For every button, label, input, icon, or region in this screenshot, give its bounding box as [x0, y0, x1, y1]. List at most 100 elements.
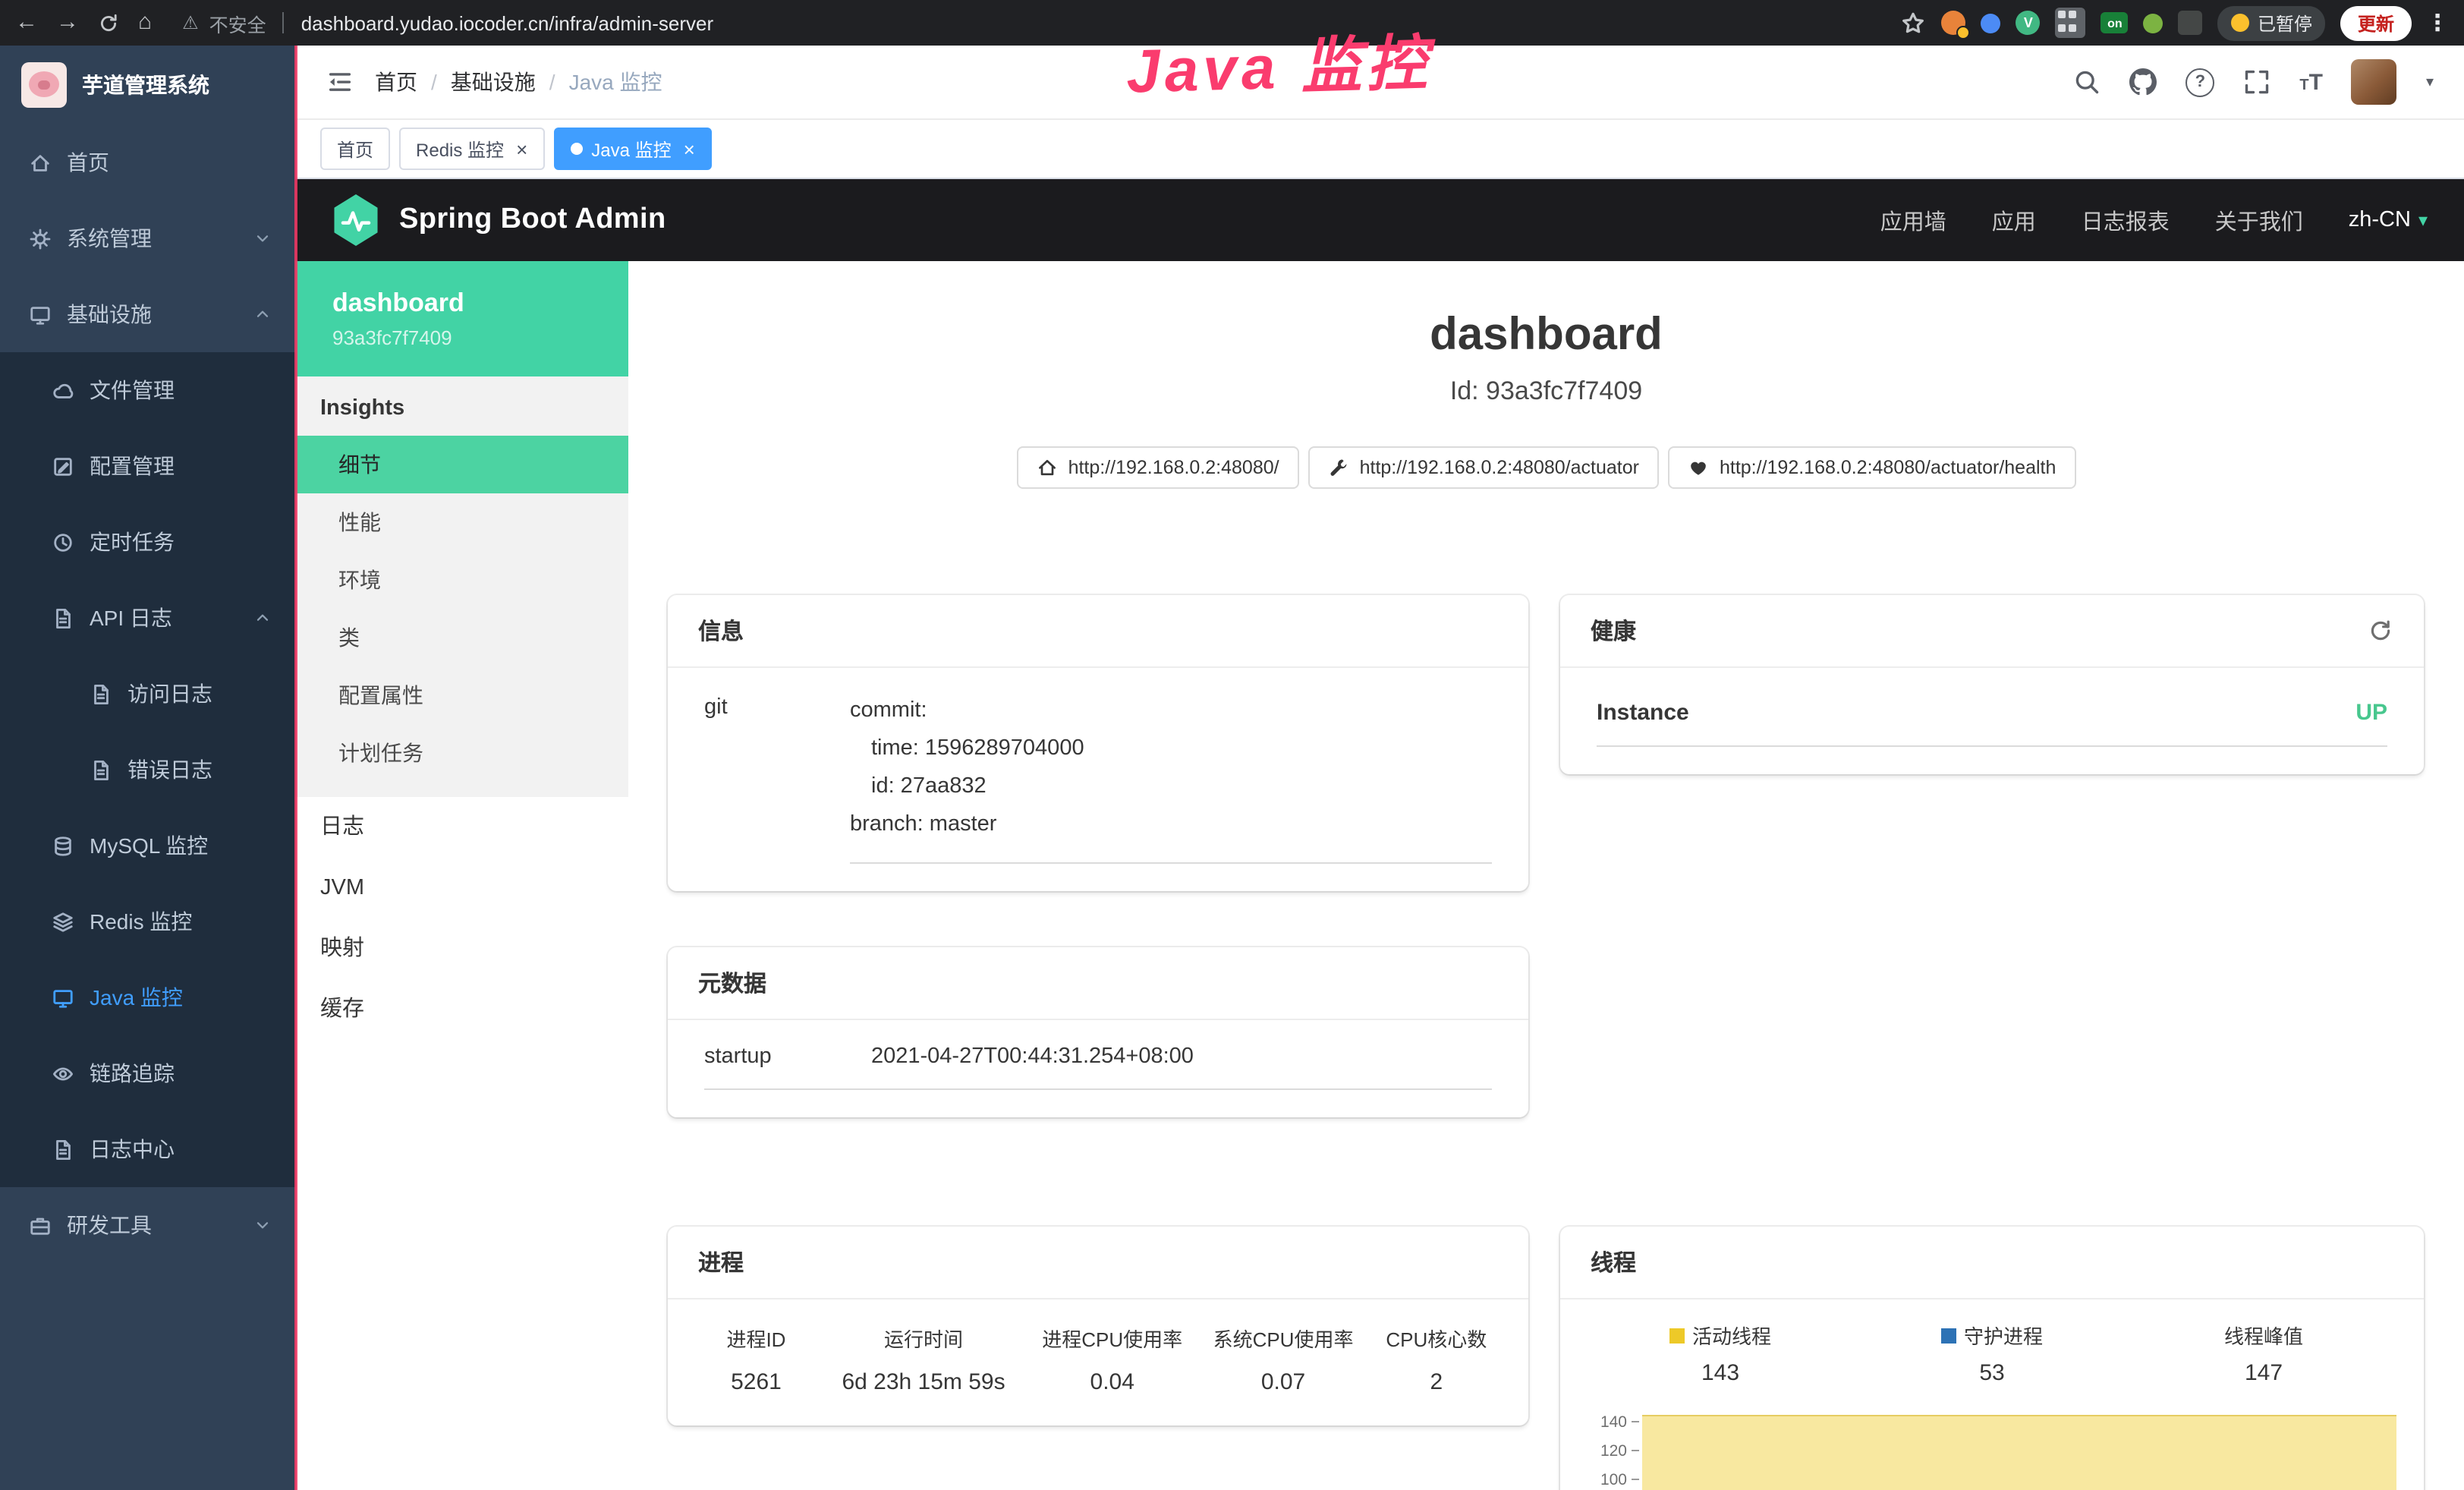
sidebar-item-infra[interactable]: 基础设施 [0, 276, 296, 352]
sidebar-item-file-management[interactable]: 文件管理 [0, 352, 296, 428]
process-col-header: 进程CPU使用率 [1027, 1324, 1197, 1353]
sba-insights-group: Insights 细节 性能 环境 类 配置属性 计划任务 [296, 376, 628, 797]
sba-instance-header[interactable]: dashboard 93a3fc7f7409 [296, 261, 628, 376]
tab-java-monitor[interactable]: Java 监控 × [553, 128, 712, 170]
extension-icon-3[interactable]: V [2016, 11, 2041, 35]
sba-menu-caches[interactable]: 缓存 [296, 979, 628, 1040]
tab-redis-monitor[interactable]: Redis 监控 × [399, 128, 544, 170]
edit-icon [52, 455, 74, 477]
avatar-caret-icon[interactable]: ▾ [2426, 74, 2434, 90]
chevron-down-icon [253, 229, 272, 247]
app-sidebar: 芋道管理系统 首页 系统管理 基础设施 文件管理 [0, 46, 296, 1490]
sidebar-item-config-management[interactable]: 配置管理 [0, 428, 296, 504]
legend-label: 守护进程 [1964, 1321, 2043, 1350]
sba-menu-details[interactable]: 细节 [296, 436, 628, 493]
sidebar-item-access-log[interactable]: 访问日志 [0, 656, 296, 732]
close-icon[interactable]: × [516, 139, 527, 159]
browser-home-icon[interactable]: ⌂ [138, 0, 152, 46]
actuator-url-button[interactable]: http://192.168.0.2:48080/actuator [1308, 446, 1659, 489]
sba-nav-about[interactable]: 关于我们 [2215, 204, 2303, 236]
browser-window: ← → ⌂ ⚠ 不安全 dashboard.yudao.iocoder.cn/i… [0, 0, 2464, 1490]
service-url-label: http://192.168.0.2:48080/ [1068, 457, 1279, 478]
extension-icon-1[interactable] [1942, 11, 1966, 35]
health-row[interactable]: Instance UP [1597, 680, 2387, 747]
home-icon [1037, 457, 1058, 478]
sidebar-item-label: 错误日志 [127, 754, 212, 785]
sidebar-submenu-infra: 文件管理 配置管理 定时任务 API 日志 访问日志 [0, 352, 296, 1187]
database-icon [52, 834, 74, 857]
help-icon[interactable]: ? [2186, 68, 2214, 96]
user-avatar[interactable] [2352, 59, 2397, 105]
breadcrumb-infra[interactable]: 基础设施 [451, 67, 536, 97]
threads-card-title: 线程 [1591, 1246, 1636, 1278]
chrome-menu-icon[interactable]: ⋮ [2426, 9, 2449, 36]
sba-menu-jvm[interactable]: JVM [296, 858, 628, 918]
breadcrumb: 首页 / 基础设施 / Java 监控 [375, 67, 662, 97]
search-icon[interactable] [2073, 68, 2101, 96]
sidebar-item-java-monitor[interactable]: Java 监控 [0, 959, 296, 1035]
sba-nav-applications[interactable]: 应用 [1992, 204, 2036, 236]
tab-home[interactable]: 首页 [320, 128, 390, 170]
sidebar-item-tracing[interactable]: 链路追踪 [0, 1035, 296, 1111]
chrome-toolbar: V on 已暂停 更新 ⋮ [1901, 5, 2449, 40]
breadcrumb-home[interactable]: 首页 [375, 67, 417, 97]
sba-menu-scheduled-tasks[interactable]: 计划任务 [296, 724, 628, 782]
extension-icon-2[interactable] [1981, 13, 2001, 33]
eye-icon [52, 1062, 74, 1085]
extension-icon-5[interactable]: on [2101, 12, 2129, 33]
process-value: 0.04 [1027, 1369, 1197, 1395]
reload-icon[interactable] [97, 11, 120, 34]
profile-paused-chip[interactable]: 已暂停 [2218, 5, 2326, 40]
sidebar-item-dev-tools[interactable]: 研发工具 [0, 1187, 296, 1263]
sidebar-item-label: 配置管理 [90, 451, 175, 481]
sba-main-content: dashboard Id: 93a3fc7f7409 http://192.16… [628, 261, 2464, 1490]
sidebar-item-log-center[interactable]: 日志中心 [0, 1111, 296, 1187]
extension-icon-6[interactable] [2144, 13, 2163, 33]
address-bar[interactable]: ⚠ 不安全 dashboard.yudao.iocoder.cn/infra/a… [182, 8, 1883, 37]
cloud-icon [52, 379, 74, 402]
update-chrome-button[interactable]: 更新 [2341, 5, 2411, 40]
sidebar-item-error-log[interactable]: 错误日志 [0, 732, 296, 808]
sidebar-item-home[interactable]: 首页 [0, 124, 296, 200]
health-url-button[interactable]: http://192.168.0.2:48080/actuator/health [1668, 446, 2075, 489]
threads-legend: 活动线程 143 守护进程 53 线程峰值 147 [1584, 1321, 2399, 1386]
metadata-card: 元数据 startup 2021-04-27T00:44:31.254+08:0… [668, 947, 1528, 1117]
sidebar-item-scheduled-jobs[interactable]: 定时任务 [0, 504, 296, 580]
sba-brand-title[interactable]: Spring Boot Admin [399, 203, 666, 237]
home-icon [29, 151, 52, 174]
extension-icon-4[interactable] [2056, 8, 2086, 38]
heart-icon [1688, 457, 1709, 478]
sba-menu-environment[interactable]: 环境 [296, 551, 628, 609]
sba-sidebar: dashboard 93a3fc7f7409 Insights 细节 性能 环境… [296, 261, 628, 1490]
extension-icon-7[interactable] [2179, 11, 2203, 35]
sba-menu-mappings[interactable]: 映射 [296, 918, 628, 979]
sba-nav-journal[interactable]: 日志报表 [2082, 204, 2170, 236]
forward-icon[interactable]: → [56, 0, 79, 46]
close-icon[interactable]: × [684, 139, 695, 159]
sba-menu-config-props[interactable]: 配置属性 [296, 666, 628, 724]
history-icon[interactable] [2368, 618, 2393, 644]
active-threads-area [1642, 1415, 2396, 1490]
ytick-label: 100 [1600, 1470, 1627, 1488]
clock-icon [52, 531, 74, 553]
fullscreen-icon[interactable] [2243, 68, 2270, 96]
service-url-button[interactable]: http://192.168.0.2:48080/ [1017, 446, 1299, 489]
sidebar-item-mysql-monitor[interactable]: MySQL 监控 [0, 808, 296, 884]
sidebar-item-redis-monitor[interactable]: Redis 监控 [0, 884, 296, 959]
breadcrumb-separator: / [549, 70, 555, 94]
sba-menu-classes[interactable]: 类 [296, 609, 628, 666]
bookmark-star-icon[interactable] [1901, 10, 1927, 36]
sba-menu-metrics[interactable]: 性能 [296, 493, 628, 551]
font-size-icon[interactable]: TT [2299, 71, 2323, 93]
sba-nav-wallboard[interactable]: 应用墙 [1880, 204, 1946, 236]
sidebar-item-label: Redis 监控 [90, 906, 192, 937]
collapse-sidebar-icon[interactable] [326, 68, 354, 96]
sba-menu-logs[interactable]: 日志 [296, 797, 628, 858]
sidebar-item-system[interactable]: 系统管理 [0, 200, 296, 276]
back-icon[interactable]: ← [15, 0, 38, 46]
sba-locale-select[interactable]: zh-CN ▾ [2349, 208, 2428, 232]
github-icon[interactable] [2129, 68, 2157, 96]
document-icon [90, 682, 112, 705]
sidebar-item-api-log[interactable]: API 日志 [0, 580, 296, 656]
font-size-large-glyph: T [2309, 71, 2323, 93]
